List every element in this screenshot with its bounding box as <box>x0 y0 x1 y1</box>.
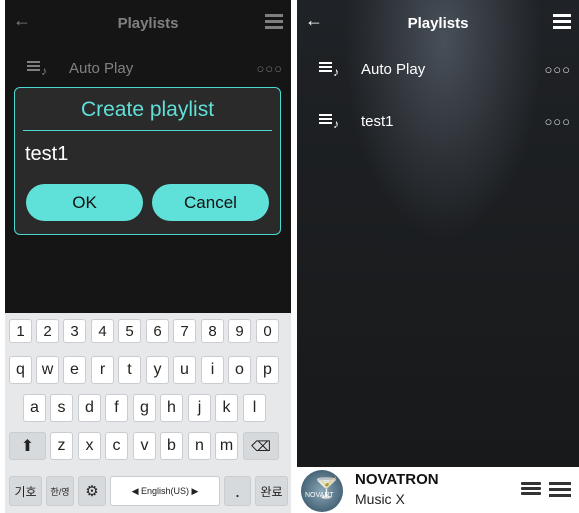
playlist-label: test1 <box>361 112 394 130</box>
playlist-name-input[interactable]: test1 <box>25 143 68 166</box>
key-8[interactable]: 8 <box>201 319 224 343</box>
key-0[interactable]: 0 <box>256 319 279 343</box>
key-4[interactable]: 4 <box>91 319 114 343</box>
page-title: Playlists <box>117 14 179 32</box>
done-key[interactable]: 완료 <box>255 476 288 506</box>
key-t[interactable]: t <box>118 356 141 384</box>
key-l[interactable]: l <box>243 394 266 422</box>
playlist-icon: ♪ <box>319 60 339 78</box>
key-d[interactable]: d <box>78 394 101 422</box>
key-y[interactable]: y <box>146 356 169 384</box>
key-9[interactable]: 9 <box>228 319 251 343</box>
track-title: NOVATRON <box>355 471 439 488</box>
key-2[interactable]: 2 <box>36 319 59 343</box>
top-bar: ← Playlists <box>297 0 579 46</box>
key-h[interactable]: h <box>160 394 183 422</box>
symbols-key[interactable]: 기호 <box>9 476 42 506</box>
keyboard: 1 2 3 4 5 6 7 8 9 0 q w e r t y u i o p … <box>5 313 291 513</box>
key-x[interactable]: x <box>78 432 101 460</box>
key-c[interactable]: c <box>105 432 128 460</box>
ok-button[interactable]: OK <box>26 184 143 221</box>
cancel-button[interactable]: Cancel <box>152 184 269 221</box>
key-i[interactable]: i <box>201 356 224 384</box>
playlist-item-auto-play[interactable]: ♪ Auto Play ○○○ <box>5 48 291 88</box>
key-p[interactable]: p <box>256 356 279 384</box>
playlist-icon: ♪ <box>319 112 339 130</box>
list-icon[interactable] <box>549 482 571 500</box>
key-o[interactable]: o <box>228 356 251 384</box>
key-r[interactable]: r <box>91 356 114 384</box>
dialog-divider <box>23 130 272 131</box>
playlist-label: Auto Play <box>69 59 134 77</box>
key-e[interactable]: e <box>63 356 86 384</box>
list-icon[interactable] <box>265 14 283 32</box>
key-5[interactable]: 5 <box>118 319 141 343</box>
language-toggle-key[interactable]: 한/영 <box>46 476 74 506</box>
key-1[interactable]: 1 <box>9 319 32 343</box>
left-screen: ← Playlists ♪ Auto Play ○○○ Create playl… <box>5 0 291 513</box>
playlist-item-test1[interactable]: ♪ test1 ○○○ <box>297 101 579 141</box>
backspace-icon[interactable]: ⌫ <box>243 432 279 460</box>
track-subtitle: Music X <box>355 491 405 507</box>
key-b[interactable]: b <box>160 432 183 460</box>
top-bar: ← Playlists <box>5 0 291 46</box>
album-art-label: NOVART <box>305 492 334 499</box>
playlist-label: Auto Play <box>361 60 426 78</box>
dialog-title: Create playlist <box>80 98 215 121</box>
period-key[interactable]: . <box>224 476 251 506</box>
key-v[interactable]: v <box>133 432 156 460</box>
key-m[interactable]: m <box>215 432 238 460</box>
list-icon[interactable] <box>553 14 571 32</box>
library-icon[interactable] <box>521 480 541 500</box>
key-6[interactable]: 6 <box>146 319 169 343</box>
key-j[interactable]: j <box>188 394 211 422</box>
key-3[interactable]: 3 <box>63 319 86 343</box>
key-w[interactable]: w <box>36 356 59 384</box>
gear-icon[interactable]: ⚙ <box>78 476 106 506</box>
space-key[interactable]: ◀ English(US) ▶ <box>110 476 220 506</box>
arrow-left-icon[interactable]: ← <box>13 10 31 31</box>
shift-arrow-icon[interactable]: ⬆ <box>9 432 46 460</box>
key-g[interactable]: g <box>133 394 156 422</box>
playlist-icon: ♪ <box>27 59 47 77</box>
mini-player[interactable]: 🍸 NOVART NOVATRON Music X <box>297 467 579 513</box>
more-options-icon[interactable]: ○○○ <box>544 114 571 129</box>
album-art[interactable]: 🍸 NOVART <box>301 470 343 512</box>
create-playlist-dialog: Create playlist test1 OK Cancel <box>14 87 281 235</box>
right-screen: ← Playlists ♪ Auto Play ○○○ ♪ test1 ○○○ … <box>297 0 579 513</box>
key-z[interactable]: z <box>50 432 73 460</box>
arrow-left-icon[interactable]: ← <box>305 10 323 31</box>
more-options-icon[interactable]: ○○○ <box>256 61 283 76</box>
key-7[interactable]: 7 <box>173 319 196 343</box>
page-title: Playlists <box>407 14 469 32</box>
playlist-item-auto-play[interactable]: ♪ Auto Play ○○○ <box>297 49 579 89</box>
key-k[interactable]: k <box>215 394 238 422</box>
key-a[interactable]: a <box>23 394 46 422</box>
key-u[interactable]: u <box>173 356 196 384</box>
key-q[interactable]: q <box>9 356 32 384</box>
more-options-icon[interactable]: ○○○ <box>544 62 571 77</box>
key-s[interactable]: s <box>50 394 73 422</box>
key-f[interactable]: f <box>105 394 128 422</box>
key-n[interactable]: n <box>188 432 211 460</box>
